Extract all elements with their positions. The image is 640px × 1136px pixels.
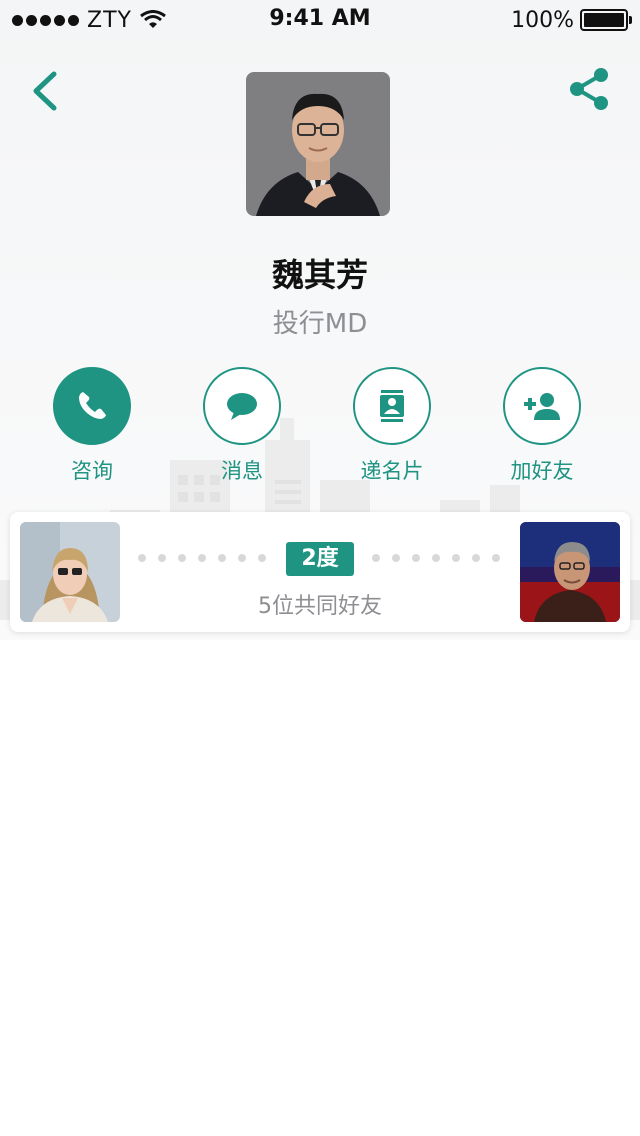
message-circle[interactable] (203, 367, 281, 445)
chat-bubble-icon (227, 393, 257, 420)
send-card-label: 递名片 (360, 459, 424, 483)
connection-card[interactable]: 2度 5位共同好友 (10, 512, 630, 632)
message-button[interactable]: 消息 (182, 367, 302, 485)
phone-icon (79, 392, 106, 419)
send-card-circle[interactable] (353, 367, 431, 445)
connection-degree-badge: 2度 (286, 542, 354, 576)
consult-label: 咨询 (71, 459, 113, 483)
add-friend-circle[interactable] (503, 367, 581, 445)
mutual-friend-avatar-right[interactable] (520, 522, 620, 622)
battery-level (584, 13, 624, 27)
message-label: 消息 (221, 459, 263, 483)
consult-circle[interactable] (53, 367, 131, 445)
add-friend-button[interactable]: 加好友 (482, 367, 602, 485)
send-card-button[interactable]: 递名片 (332, 367, 452, 485)
action-bar: 咨询 消息 递名片 加好友 (0, 367, 640, 487)
mutual-friend-avatar-left[interactable] (20, 522, 120, 622)
connection-dots-right (372, 554, 500, 562)
profile-job-title: 投行MD (272, 309, 368, 339)
profile-name: 魏其芳 (271, 256, 368, 294)
battery-icon (580, 9, 632, 31)
add-friend-icon (524, 393, 560, 420)
chevron-left-icon (33, 71, 57, 111)
contact-card-icon (380, 390, 404, 422)
share-button[interactable] (566, 66, 612, 112)
status-bar: ZTY 9:41 AM 100% (0, 0, 640, 40)
status-right: 100% (511, 6, 632, 34)
back-button[interactable] (24, 66, 68, 116)
battery-percentage: 100% (511, 7, 574, 33)
consult-button[interactable]: 咨询 (32, 367, 152, 485)
content-area (0, 640, 640, 1136)
add-friend-label: 加好友 (510, 459, 574, 483)
share-icon (570, 68, 608, 110)
connection-dots-left (138, 554, 266, 562)
profile-avatar[interactable] (246, 72, 390, 216)
mutual-friends-count[interactable]: 5位共同好友 (130, 588, 510, 620)
